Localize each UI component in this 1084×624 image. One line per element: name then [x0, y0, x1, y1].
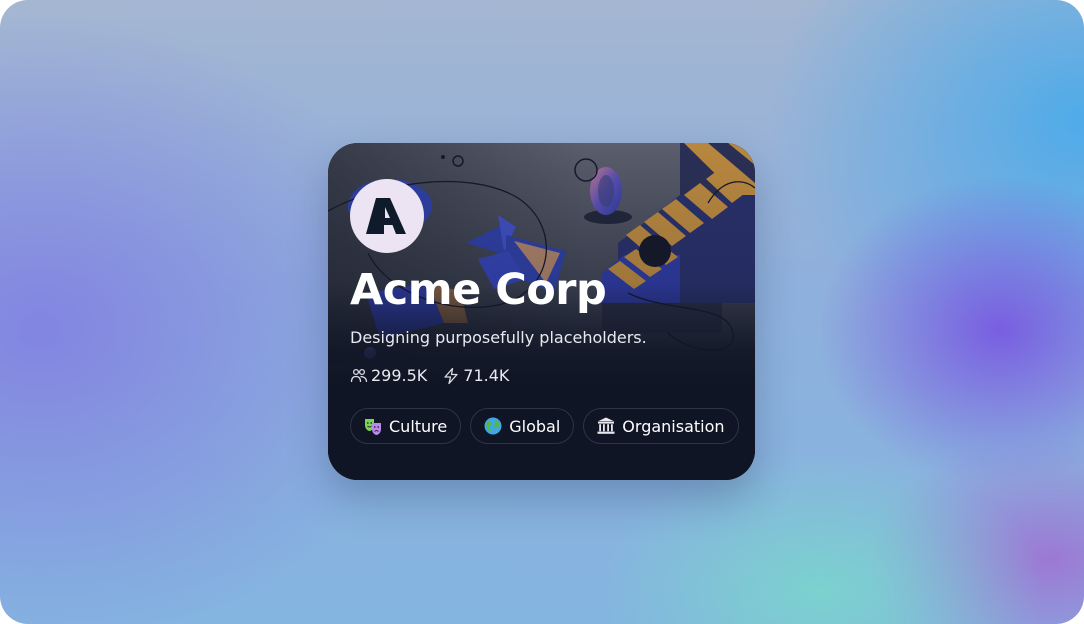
tag-culture[interactable]: Culture [350, 408, 462, 444]
gradient-background: Acme Corp Designing purposefully placeho… [0, 0, 1084, 624]
tag-label: Global [509, 416, 561, 436]
theater-masks-icon [363, 416, 383, 436]
company-avatar[interactable] [350, 179, 424, 253]
activity-stat: 71.4K [442, 366, 509, 385]
stats-row: 299.5K 71.4K [350, 366, 524, 385]
company-name: Acme Corp [350, 265, 607, 315]
classical-building-icon [596, 416, 616, 436]
profile-card[interactable]: Acme Corp Designing purposefully placeho… [328, 143, 755, 480]
company-tagline: Designing purposefully placeholders. [350, 328, 647, 347]
tag-list: Culture Global Organisation [350, 408, 748, 444]
tag-organisation[interactable]: Organisation [583, 408, 739, 444]
users-icon [350, 368, 368, 382]
followers-count: 299.5K [371, 366, 428, 385]
tag-label: Culture [389, 416, 448, 436]
acme-logo-icon [366, 198, 406, 234]
lightning-bolt-icon [444, 367, 458, 384]
globe-icon [483, 416, 503, 436]
tag-global[interactable]: Global [470, 408, 575, 444]
followers-stat: 299.5K [350, 366, 427, 385]
activity-count: 71.4K [463, 366, 510, 385]
tag-label: Organisation [622, 416, 725, 436]
